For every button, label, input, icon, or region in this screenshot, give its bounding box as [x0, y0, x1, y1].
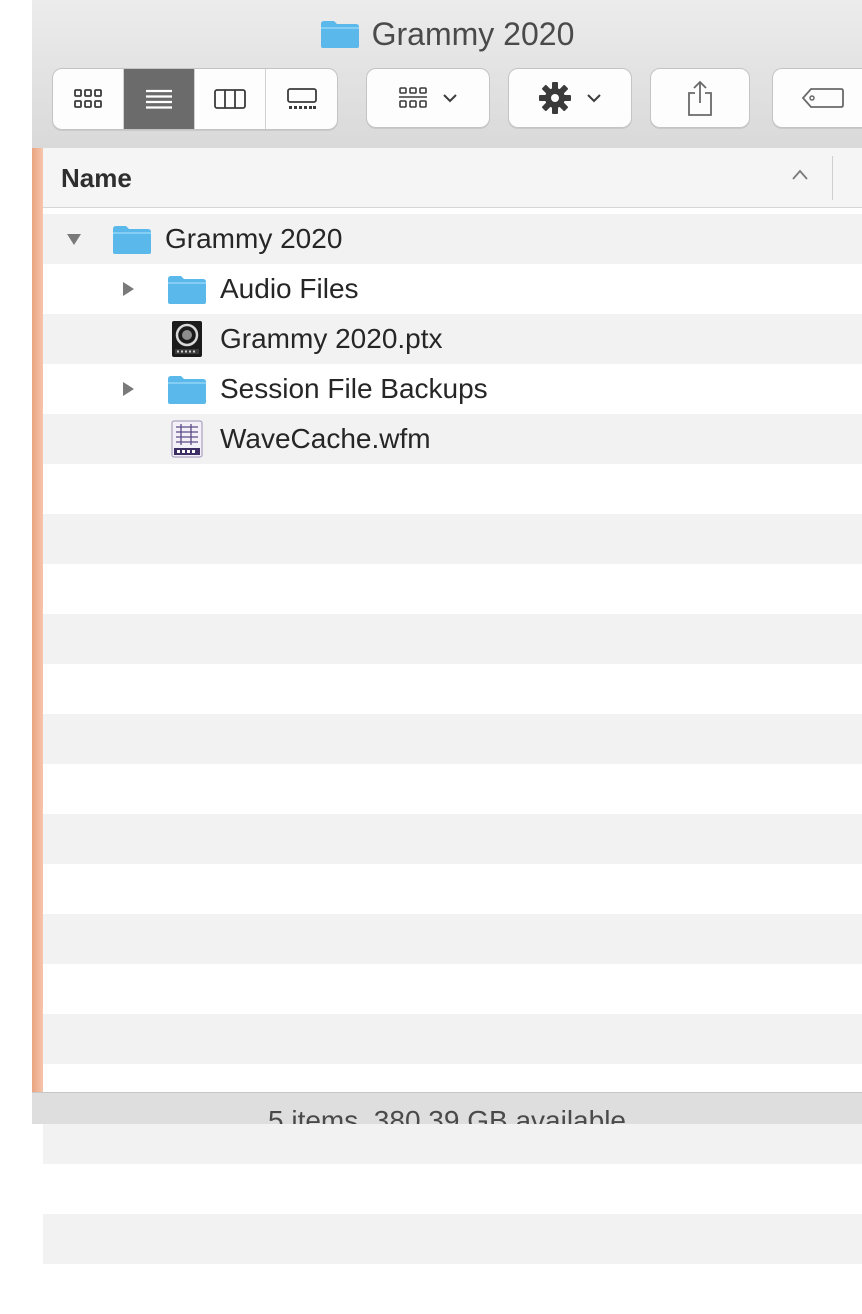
disclosure-collapsed-icon[interactable]: [119, 280, 137, 298]
grid-icon: [74, 89, 102, 108]
view-mode-control: [52, 68, 338, 130]
list-item-session-file-backups-folder[interactable]: Session File Backups: [43, 364, 862, 414]
chevron-down-icon: [443, 94, 457, 103]
empty-row: [43, 614, 862, 664]
list-item-grammy-2020-ptx[interactable]: Grammy 2020.ptx: [43, 314, 862, 364]
list-item-label: Grammy 2020.ptx: [220, 323, 443, 354]
folder-icon: [113, 226, 151, 254]
empty-row: [43, 1164, 862, 1214]
action-button[interactable]: [508, 68, 632, 128]
empty-row: [43, 664, 862, 714]
empty-row: [43, 1214, 862, 1264]
status-text: 5 items, 380.39 GB available: [268, 1105, 626, 1124]
wavecache-file-icon: [171, 420, 203, 458]
window-title: Grammy 2020: [32, 12, 862, 56]
empty-row: [43, 1264, 862, 1314]
disclosure-expanded-icon[interactable]: [65, 230, 83, 248]
status-bar: 5 items, 380.39 GB available: [32, 1092, 862, 1124]
window-title-text: Grammy 2020: [371, 15, 575, 52]
empty-row: [43, 964, 862, 1014]
list-view-button[interactable]: [124, 69, 195, 129]
list-rows: Grammy 2020 Audio Files Grammy 2020.ptx: [43, 214, 862, 1314]
empty-row: [43, 514, 862, 564]
empty-row: [43, 764, 862, 814]
empty-row: [43, 914, 862, 964]
chevron-down-icon: [587, 94, 601, 103]
sidebar-edge: [32, 148, 43, 1092]
sort-ascending-icon[interactable]: [791, 168, 809, 182]
tag-icon: [801, 88, 844, 108]
share-button[interactable]: [650, 68, 750, 128]
icon-view-button[interactable]: [53, 69, 124, 129]
list-header: Name: [43, 148, 862, 208]
column-view-button[interactable]: [195, 69, 266, 129]
folder-icon: [168, 276, 206, 304]
gear-icon: [539, 82, 571, 114]
window-titlebar: Grammy 2020: [32, 0, 862, 149]
list-item-label: Session File Backups: [220, 373, 488, 404]
list-item-label: Grammy 2020: [165, 223, 343, 254]
share-icon: [688, 80, 712, 116]
list-icon: [146, 89, 172, 109]
empty-row: [43, 564, 862, 614]
empty-row: [43, 814, 862, 864]
column-divider[interactable]: [832, 156, 833, 200]
group-by-button[interactable]: [366, 68, 490, 128]
list-item-label: Audio Files: [220, 273, 359, 304]
column-header-name[interactable]: Name: [61, 148, 132, 208]
folder-icon: [168, 376, 206, 404]
folder-icon: [320, 21, 359, 48]
empty-row: [43, 864, 862, 914]
empty-row: [43, 1014, 862, 1064]
empty-row: [43, 464, 862, 514]
list-item-grammy-2020-folder[interactable]: Grammy 2020: [43, 214, 862, 264]
gallery-icon: [286, 88, 317, 109]
empty-row: [43, 714, 862, 764]
columns-icon: [214, 89, 246, 109]
tags-button[interactable]: [772, 68, 862, 128]
list-item-audio-files-folder[interactable]: Audio Files: [43, 264, 862, 314]
list-item-wavecache-wfm[interactable]: WaveCache.wfm: [43, 414, 862, 464]
file-list: Name Grammy 2020 Audio Files Grammy 2020…: [43, 148, 862, 1264]
disclosure-collapsed-icon[interactable]: [119, 380, 137, 398]
pro-tools-session-icon: [172, 321, 202, 357]
group-by-icon: [399, 87, 427, 108]
list-item-label: WaveCache.wfm: [220, 423, 431, 454]
gallery-view-button[interactable]: [266, 69, 337, 129]
